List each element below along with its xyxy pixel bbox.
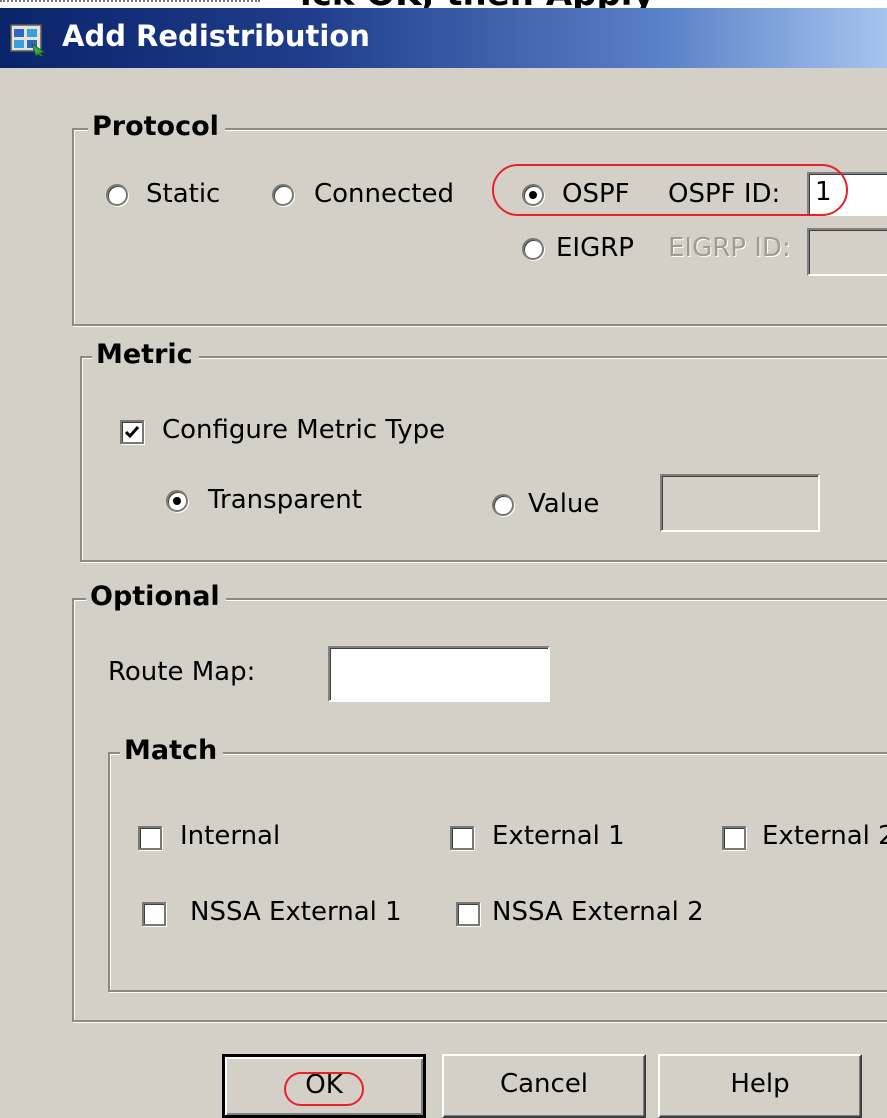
- value-label: Value: [528, 489, 600, 519]
- nssa-external2-label: NSSA External 2: [492, 897, 704, 927]
- dotted-line: [0, 0, 260, 4]
- ospf-label: OSPF: [562, 179, 630, 209]
- match-group-title: Match: [120, 734, 224, 768]
- network-app-icon: [10, 24, 46, 56]
- metric-group-title: Metric: [92, 338, 199, 372]
- protocol-group-title: Protocol: [88, 110, 225, 144]
- connected-label: Connected: [314, 179, 455, 209]
- cropped-instruction-text: ick OK, then Apply: [300, 0, 655, 8]
- external2-label: External 2: [762, 821, 887, 851]
- nssa-external2-checkbox[interactable]: [456, 902, 480, 926]
- transparent-radio[interactable]: [166, 490, 188, 512]
- configure-metric-type-checkbox[interactable]: [120, 420, 144, 444]
- cancel-button[interactable]: Cancel: [442, 1054, 646, 1118]
- ospf-id-label: OSPF ID:: [668, 179, 781, 209]
- ok-button[interactable]: OK: [222, 1054, 426, 1118]
- cropped-instruction-strip: ick OK, then Apply: [0, 0, 887, 8]
- ospf-radio[interactable]: [522, 184, 544, 206]
- value-radio[interactable]: [492, 494, 514, 516]
- static-label: Static: [146, 179, 221, 209]
- eigrp-label: EIGRP: [556, 233, 634, 263]
- dialog-body: Protocol Static Connected OSPF OSPF ID: …: [0, 68, 887, 1118]
- static-radio[interactable]: [106, 184, 128, 206]
- window-title: Add Redistribution: [62, 19, 370, 53]
- help-button[interactable]: Help: [658, 1054, 862, 1118]
- route-map-label: Route Map:: [108, 657, 256, 687]
- optional-group: Optional Route Map: Match Internal Exter…: [72, 580, 887, 1022]
- match-group: Match Internal External 1 External 2 NSS…: [108, 734, 887, 992]
- metric-value-field[interactable]: [660, 474, 820, 532]
- connected-radio[interactable]: [272, 184, 294, 206]
- transparent-label: Transparent: [208, 485, 362, 515]
- eigrp-id-field[interactable]: [807, 228, 887, 276]
- screenshot-root: ick OK, then Apply Add Redistribution Pr…: [0, 0, 887, 1118]
- protocol-group: Protocol Static Connected OSPF OSPF ID: …: [72, 110, 887, 326]
- ospf-id-field[interactable]: 1: [807, 172, 887, 216]
- configure-metric-type-label: Configure Metric Type: [162, 415, 446, 445]
- internal-label: Internal: [180, 821, 281, 851]
- nssa-external1-checkbox[interactable]: [142, 902, 166, 926]
- eigrp-id-label: EIGRP ID:: [668, 233, 791, 263]
- external1-label: External 1: [492, 821, 625, 851]
- eigrp-radio[interactable]: [522, 238, 544, 260]
- optional-group-title: Optional: [86, 580, 226, 614]
- internal-checkbox[interactable]: [138, 826, 162, 850]
- route-map-field[interactable]: [328, 646, 550, 702]
- external2-checkbox[interactable]: [722, 826, 746, 850]
- title-bar[interactable]: Add Redistribution: [0, 8, 887, 68]
- checkmark-icon: [124, 426, 140, 439]
- nssa-external1-label: NSSA External 1: [190, 897, 402, 927]
- external1-checkbox[interactable]: [450, 826, 474, 850]
- metric-group: Metric Configure Metric Type Transparent…: [80, 338, 887, 562]
